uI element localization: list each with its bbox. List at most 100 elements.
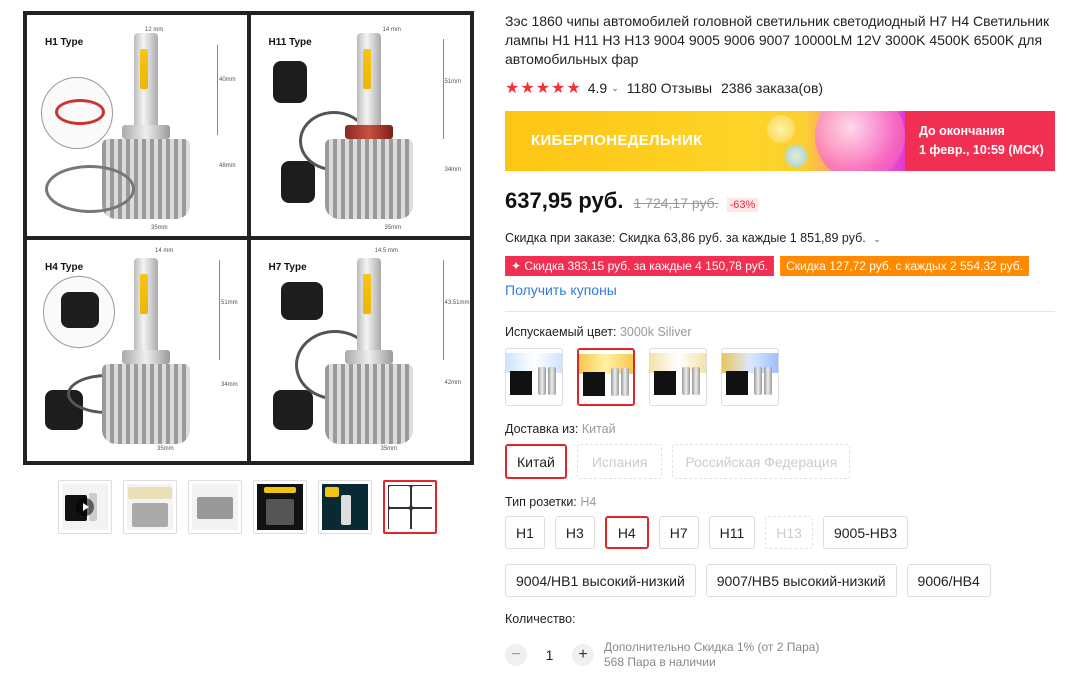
gallery-quadrant-h7: H7 Type 14.5 mm 43.51mm 42mm 35mm [250,240,470,461]
gallery-quadrant-h4: H4 Type 14 mm 51mm 34mm 35mm [27,240,247,461]
banner-title: КИБЕРПОНЕДЕЛЬНИК [531,132,703,149]
quadrant-title: H11 Type [268,37,312,48]
coupons-row: ✦ Скидка 383,15 руб. за каждые 4 150,78 … [502,256,1029,276]
socket-option-h3[interactable]: H3 [554,516,595,549]
socket-option-h4[interactable]: H4 [604,516,649,549]
thumbnail-video[interactable] [58,480,112,534]
plug-image [272,61,307,103]
shipping-options: Китай Испания Российская Федерация [505,444,851,479]
promo-banner: КИБЕРПОНЕДЕЛЬНИК До окончания 1 февр., 1… [505,111,1055,171]
divider [505,311,1055,312]
dimension-label: 34mm [221,382,238,388]
dimension-label: 35mm [380,446,398,452]
bulb-image [325,33,414,223]
reviews-link[interactable]: 1180 Отзывы [627,80,712,96]
order-discount[interactable]: Скидка при заказе: Скидка 63,86 руб. за … [505,231,881,245]
rating-row: ★★★★★ 4.9 ⌄ 1180 Отзывы 2386 заказа(ов) [505,77,1057,99]
decor-bubble [767,115,795,143]
thumbnail-image[interactable] [188,480,242,534]
socket-option-h11[interactable]: H11 [708,516,756,549]
coupon-badge[interactable]: ✦ Скидка 383,15 руб. за каждые 4 150,78 … [502,256,775,276]
countdown-time: 1 февр., 10:59 (МСК) [919,143,1044,157]
quantity-value[interactable]: 1 [527,647,572,663]
quantity-decrease-button[interactable]: − [505,644,527,666]
quantity-increase-button[interactable]: + [572,644,594,666]
quantity-stepper: − 1 + Дополнительно Скидка 1% (от 2 Пара… [505,640,819,670]
socket-option-h13[interactable]: H13 [765,516,813,549]
thumbnail-image[interactable] [253,480,307,534]
shipping-label-text: Доставка из: [505,422,579,436]
socket-option-h1[interactable]: H1 [505,516,545,549]
quantity-note: Дополнительно Скидка 1% (от 2 Пара) 568 … [604,640,819,670]
dimension-label: 14 mm [382,27,401,33]
color-swatches [505,348,779,406]
discount-badge: -63% [726,198,759,212]
price-row: 637,95 руб. 1 724,17 руб. -63% [505,188,759,214]
chevron-down-icon[interactable]: ⌄ [611,83,619,94]
dimension-label: 51mm [444,79,462,85]
color-swatch[interactable] [721,348,779,406]
color-selected: 3000k Siliver [619,325,692,339]
old-price: 1 724,17 руб. [633,195,719,211]
quadrant-title: H7 Type [268,262,307,273]
plug-image [280,161,315,203]
color-label: Испускаемый цвет: 3000k Siliver [505,325,692,339]
socket-label: Тип розетки: H4 [505,495,596,509]
socket-option-h7[interactable]: H7 [658,516,699,549]
dimension-label: 51mm [221,300,238,306]
plug-image [272,390,313,430]
shipping-option-china[interactable]: Китай [505,444,567,479]
countdown-label: До окончания [919,124,1005,138]
gallery-quadrant-h11: H11 Type 14 mm 51mm 34mm 35mm [250,15,470,236]
wire-image [45,165,135,213]
rating-value[interactable]: 4.9 [588,80,607,96]
color-swatch[interactable] [505,348,563,406]
socket-option-9005[interactable]: 9005-HB3 [822,516,909,549]
stock-note: 568 Пара в наличии [604,655,716,669]
socket-option-9006[interactable]: 9006/HB4 [906,564,991,597]
shipping-selected: Китай [581,422,616,436]
socket-option-9004[interactable]: 9004/HB1 высокий-низкий [505,564,696,597]
thumbnail-strip [58,480,437,534]
product-title: Зэс 1860 чипы автомобилей головной свети… [505,13,1050,67]
shipping-option-spain[interactable]: Испания [576,444,663,479]
dimension-label: 48mm [219,163,236,169]
plug-image [61,292,99,328]
socket-option-9007[interactable]: 9007/HB5 высокий-низкий [705,564,897,597]
decor-bubble [785,145,807,167]
thumbnail-image[interactable] [318,480,372,534]
main-product-image[interactable]: H1 Type 12 mm 40mm 48mm 35mm H11 Type 14… [23,11,474,465]
chevron-down-icon[interactable]: ⌄ [873,234,881,244]
dimension-label: 43.51mm [444,300,470,306]
dimension-label: 14 mm [155,248,174,254]
color-swatch[interactable] [649,348,707,406]
shipping-option-russia[interactable]: Российская Федерация [672,444,851,479]
socket-options-row1: H1 H3 H4 H7 H11 H13 9005-HB3 [505,516,909,549]
orders-count: 2386 заказа(ов) [721,80,824,96]
gallery-quadrant-h1: H1 Type 12 mm 40mm 48mm 35mm [27,15,247,236]
shipping-label: Доставка из: Китай [505,422,616,436]
socket-options-row2: 9004/HB1 высокий-низкий 9007/HB5 высокий… [505,564,991,597]
quantity-label: Количество: [505,612,576,626]
bulk-discount-note: Дополнительно Скидка 1% (от 2 Пара) [604,640,820,654]
get-coupons-link[interactable]: Получить купоны [505,282,617,298]
coupon-badge[interactable]: Скидка 127,72 руб. с каждых 2 554,32 руб… [778,256,1029,276]
socket-label-text: Тип розетки: [505,495,577,509]
dimension-label: 40mm [219,77,236,83]
order-discount-text: Скидка при заказе: Скидка 63,86 руб. за … [505,231,866,245]
color-swatch-selected[interactable] [577,348,635,406]
dimension-label: 35mm [157,446,174,452]
quadrant-title: H4 Type [45,262,84,273]
banner-promo-area: КИБЕРПОНЕДЕЛЬНИК [505,111,905,171]
thumbnail-image-selected[interactable] [383,480,437,534]
play-icon [76,498,94,516]
dimension-label: 42mm [444,380,462,386]
product-info: Зэс 1860 чипы автомобилей головной свети… [505,12,1057,99]
bulb-image [101,258,190,448]
dimension-label: 35mm [384,225,402,231]
thumbnail-image[interactable] [123,480,177,534]
current-price: 637,95 руб. [505,188,624,213]
dimension-label: 14.5 mm [374,248,398,254]
countdown: До окончания 1 февр., 10:59 (МСК) [905,111,1055,171]
bulb-image [325,258,414,448]
